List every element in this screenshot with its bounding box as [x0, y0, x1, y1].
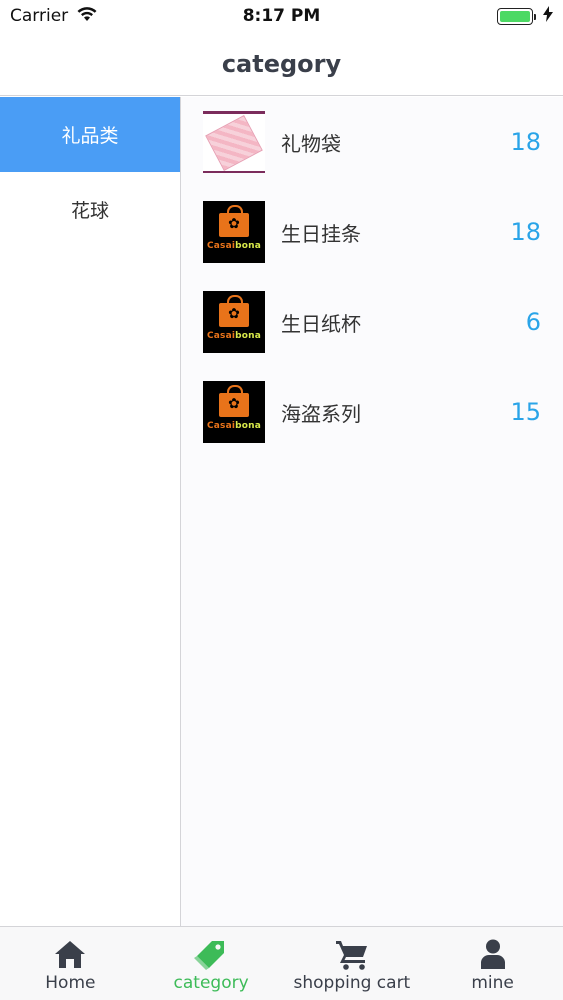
tab-category[interactable]: category — [141, 927, 282, 1000]
shopping-bag-logo-icon — [219, 385, 249, 417]
gift-bag-image — [205, 114, 263, 171]
product-name: 生日纸杯 — [281, 311, 361, 336]
tag-icon — [194, 937, 228, 971]
list-item[interactable]: 礼物袋 18 — [181, 97, 563, 187]
battery-fill — [500, 10, 530, 22]
nav-bar: category — [0, 32, 563, 96]
list-item[interactable]: Casaibona 生日挂条 18 — [181, 187, 563, 277]
status-right — [497, 5, 553, 27]
status-left: Carrier — [10, 6, 98, 27]
product-name: 生日挂条 — [281, 221, 361, 246]
product-name: 礼物袋 — [281, 131, 341, 156]
brand-logo-text: Casaibona — [206, 331, 262, 341]
list-item[interactable]: Casaibona 生日纸杯 6 — [181, 277, 563, 367]
charging-bolt-icon — [543, 5, 553, 27]
tab-label: mine — [471, 973, 514, 993]
product-list: 礼物袋 18 Casaibona 生日挂条 18 Casaibona 生日纸杯 … — [181, 97, 563, 926]
tab-shopping-cart[interactable]: shopping cart — [282, 927, 423, 1000]
product-count: 6 — [525, 308, 541, 336]
battery-icon — [497, 7, 536, 25]
product-thumbnail: Casaibona — [203, 291, 265, 353]
shopping-bag-logo-icon — [219, 205, 249, 237]
user-icon — [478, 937, 508, 971]
tab-label: Home — [45, 973, 96, 993]
app-screen: Carrier 8:17 PM category 礼品类 花球 礼物袋 18 ✿… — [0, 0, 563, 1000]
wifi-icon — [76, 6, 98, 27]
sidebar-item-label: 礼品类 — [61, 125, 119, 147]
product-count: 15 — [510, 398, 541, 426]
status-bar: Carrier 8:17 PM — [0, 0, 563, 32]
page-title: category — [221, 49, 342, 78]
cart-icon — [335, 937, 369, 971]
sidebar-item-label: 花球 — [70, 200, 109, 222]
product-thumbnail — [203, 111, 265, 173]
category-sidebar: 礼品类 花球 — [0, 97, 181, 926]
product-count: 18 — [510, 128, 541, 156]
tab-mine[interactable]: mine — [422, 927, 563, 1000]
product-thumbnail: Casaibona — [203, 381, 265, 443]
product-thumbnail: Casaibona — [203, 201, 265, 263]
tab-label: category — [173, 973, 249, 993]
tab-label: shopping cart — [293, 973, 411, 993]
product-count: 18 — [510, 218, 541, 246]
brand-logo-text: Casaibona — [206, 421, 262, 431]
product-name: 海盗系列 — [281, 401, 361, 426]
sidebar-item-gifts[interactable]: 礼品类 — [0, 97, 180, 172]
sidebar-item-flower-balls[interactable]: 花球 — [0, 172, 180, 247]
home-icon — [53, 937, 87, 971]
brand-logo-text: Casaibona — [206, 241, 262, 251]
carrier-label: Carrier — [10, 6, 69, 26]
tab-bar: Home category shopping cart mine — [0, 926, 563, 1000]
list-item[interactable]: Casaibona 海盗系列 15 — [181, 367, 563, 457]
shopping-bag-logo-icon — [219, 295, 249, 327]
tab-home[interactable]: Home — [0, 927, 141, 1000]
